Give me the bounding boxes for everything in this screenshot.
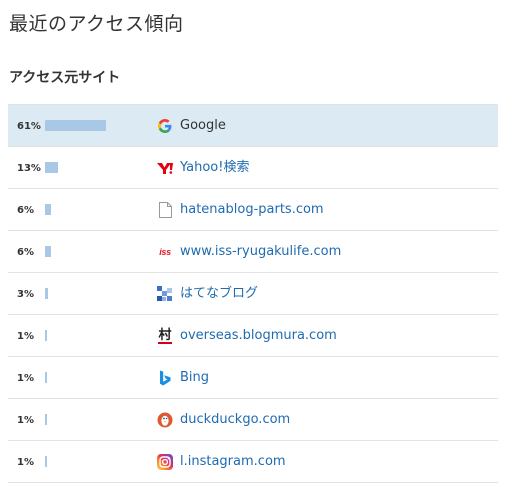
referrer-site-link[interactable]: Bing bbox=[180, 357, 209, 398]
referrer-bar bbox=[45, 288, 48, 299]
section-title: アクセス元サイト bbox=[9, 70, 121, 86]
iss-icon-text: iss bbox=[159, 247, 171, 257]
referrer-percent: 61% bbox=[17, 121, 41, 132]
referrer-row-hatena-blog[interactable]: 3% はてなブログ bbox=[8, 273, 498, 315]
referrer-percent: 1% bbox=[17, 457, 34, 468]
referrer-bar bbox=[45, 162, 58, 173]
referrer-site-link[interactable]: Google bbox=[180, 105, 226, 146]
referrer-bar bbox=[45, 330, 47, 341]
referrer-site-link[interactable]: Yahoo!検索 bbox=[180, 147, 249, 188]
blogmura-icon: 村 bbox=[157, 328, 173, 344]
referrer-percent: 1% bbox=[17, 373, 34, 384]
blogmura-icon-text: 村 bbox=[158, 327, 172, 344]
iss-icon: iss bbox=[157, 244, 173, 260]
referrer-bar bbox=[45, 246, 51, 257]
referrer-percent: 6% bbox=[17, 247, 34, 258]
referrer-bar bbox=[45, 372, 47, 383]
referrer-row-blogmura[interactable]: 1% 村 overseas.blogmura.com bbox=[8, 315, 498, 357]
referrer-site-link[interactable]: duckduckgo.com bbox=[180, 399, 290, 440]
duckduckgo-icon bbox=[157, 412, 173, 428]
referrer-percent: 1% bbox=[17, 331, 34, 342]
referrer-bar bbox=[45, 204, 51, 215]
referrer-row-google[interactable]: 61% Google bbox=[8, 105, 498, 147]
referrer-row-bing[interactable]: 1% Bing bbox=[8, 357, 498, 399]
page-title: 最近のアクセス傾向 bbox=[9, 13, 184, 35]
referrer-percent: 1% bbox=[17, 415, 34, 426]
referrer-row-instagram[interactable]: 1% l.instagram.com bbox=[8, 441, 498, 483]
referrer-site-link[interactable]: overseas.blogmura.com bbox=[180, 315, 337, 356]
google-icon bbox=[157, 118, 173, 134]
referrer-row-hatenablog-parts[interactable]: 6% hatenablog-parts.com bbox=[8, 189, 498, 231]
referrer-list: 61% Google 13% Yahoo!検索 6% hatenablog-pa… bbox=[8, 104, 498, 483]
yahoo-icon bbox=[157, 160, 173, 176]
referrer-site-link[interactable]: はてなブログ bbox=[180, 273, 258, 314]
referrer-row-duckduckgo[interactable]: 1% duckduckgo.com bbox=[8, 399, 498, 441]
referrer-percent: 13% bbox=[17, 163, 41, 174]
document-icon bbox=[157, 202, 173, 218]
referrer-bar bbox=[45, 120, 106, 131]
referrer-bar bbox=[45, 456, 47, 467]
referrer-site-link[interactable]: l.instagram.com bbox=[180, 441, 286, 482]
referrer-site-link[interactable]: www.iss-ryugakulife.com bbox=[180, 231, 341, 272]
referrer-bar bbox=[45, 414, 47, 425]
referrer-percent: 6% bbox=[17, 205, 34, 216]
bing-icon bbox=[157, 370, 173, 386]
referrer-percent: 3% bbox=[17, 289, 34, 300]
hatena-blog-icon bbox=[157, 286, 173, 302]
referrer-site-link[interactable]: hatenablog-parts.com bbox=[180, 189, 324, 230]
instagram-icon bbox=[157, 454, 173, 470]
referrer-row-yahoo[interactable]: 13% Yahoo!検索 bbox=[8, 147, 498, 189]
referrer-row-iss-ryugakulife[interactable]: 6% iss www.iss-ryugakulife.com bbox=[8, 231, 498, 273]
